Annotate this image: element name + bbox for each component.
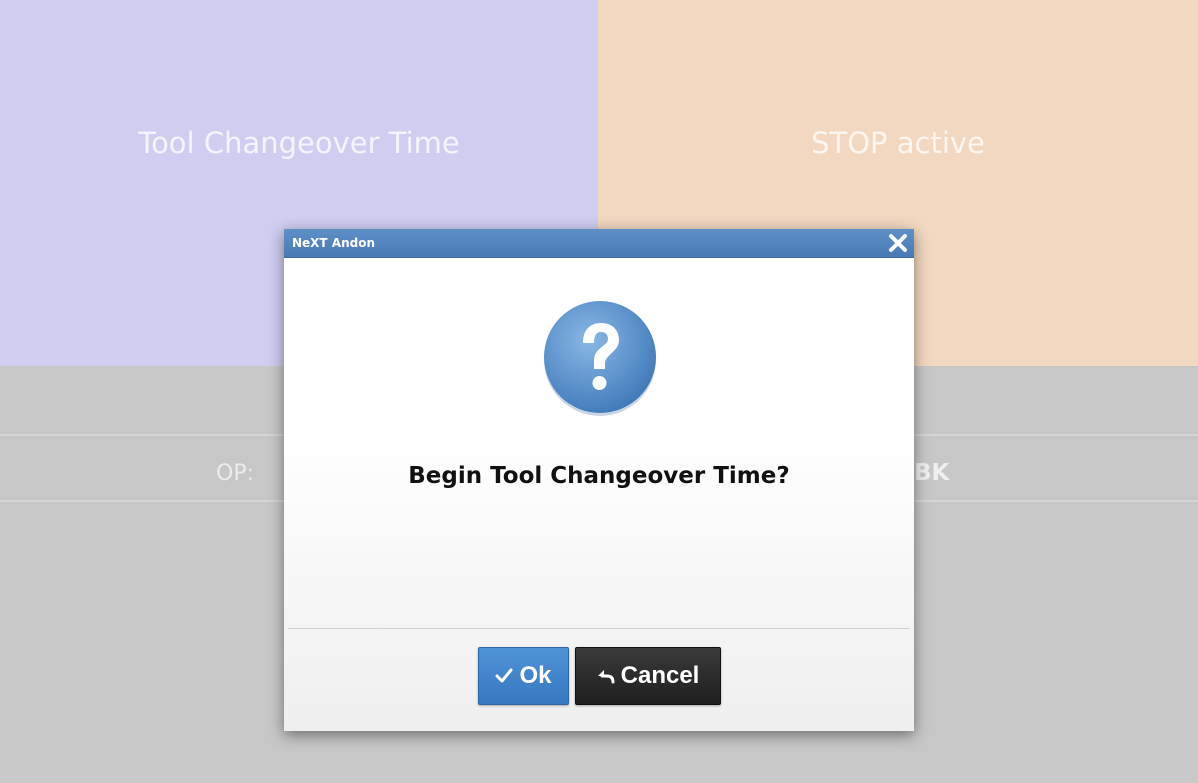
dialog-message: Begin Tool Changeover Time? — [408, 463, 790, 489]
ok-label: Ok — [519, 662, 552, 689]
dialog-titlebar[interactable]: NeXT Andon — [284, 229, 914, 258]
close-icon — [889, 234, 907, 252]
question-icon — [544, 301, 656, 416]
confirm-dialog: NeXT Andon Begin Tool Changeover Time? O… — [284, 229, 914, 731]
cancel-button[interactable]: Cancel — [575, 647, 721, 705]
ok-button[interactable]: Ok — [478, 647, 569, 705]
tool-changeover-label: Tool Changeover Time — [138, 126, 460, 160]
op-label: OP: — [216, 461, 254, 486]
dialog-divider — [288, 628, 910, 629]
dialog-title: NeXT Andon — [292, 236, 376, 250]
bk-label: BK — [914, 460, 950, 486]
andon-screen: Tool Changeover Time STOP active OP: BK … — [0, 0, 1198, 783]
stop-active-label: STOP active — [811, 126, 985, 160]
reply-arrow-icon — [597, 670, 615, 684]
close-button[interactable] — [886, 231, 910, 255]
cancel-label: Cancel — [620, 662, 700, 689]
check-icon — [495, 668, 513, 683]
